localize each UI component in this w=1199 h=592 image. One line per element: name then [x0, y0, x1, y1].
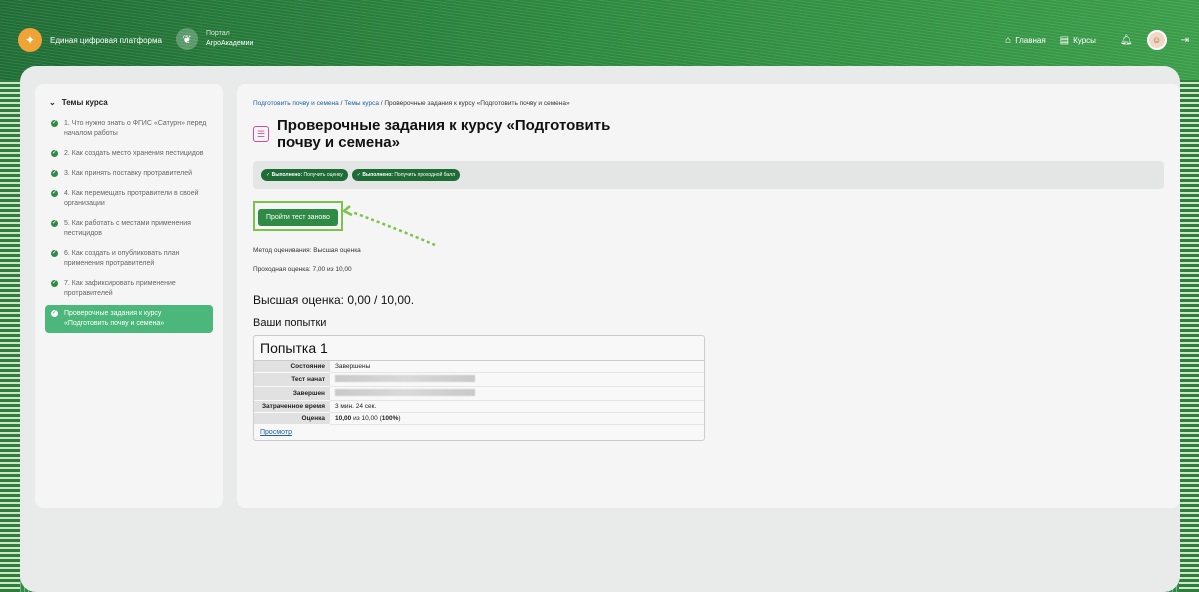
sidebar: ⌄ Темы курса ✓ 1. Что нужно знать о ФГИС … — [35, 84, 223, 508]
attempt-card: Попытка 1 Состояние Завершены Тест начат … — [253, 335, 705, 441]
nav-courses-label: Курсы — [1073, 35, 1096, 45]
check-circle-icon: ✓ — [51, 170, 58, 177]
pointer-arrow-icon — [341, 205, 436, 247]
retry-highlight: Пройти тест заново — [253, 201, 343, 231]
avatar[interactable]: ☺ — [1146, 30, 1167, 50]
home-icon: ⌂ — [1005, 34, 1012, 46]
attempts-title: Ваши попытки — [253, 317, 327, 329]
table-row: Оценка 10,00 из 10,00 (100%) — [254, 412, 704, 425]
sidebar-item-3[interactable]: ✓ 3. Как принять поставку протравителей — [45, 165, 213, 183]
background-stripes-right — [1179, 60, 1199, 592]
status-badge: ✓ Выполнено: Получить проходной балл — [351, 169, 461, 181]
portal-label: Портал — [206, 30, 230, 37]
nav-courses[interactable]: ▤ Курсы — [1060, 35, 1096, 46]
table-row: Завершен — [254, 386, 704, 401]
retry-quiz-button[interactable]: Пройти тест заново — [258, 209, 338, 226]
background-stripes-left — [0, 60, 20, 592]
passing-grade: Проходная оценка: 7,00 из 10,00 — [253, 266, 352, 273]
table-row: Затраченное время 3 мин. 24 сек. — [254, 400, 704, 413]
check-circle-icon: ✓ — [51, 190, 58, 197]
redacted-value — [335, 375, 475, 382]
courses-icon: ▤ — [1059, 34, 1070, 46]
top-nav: ⌂ Главная ▤ Курсы 🔔︎ ☺ ⇥ — [1005, 30, 1189, 50]
content-panel: Подготовить почву и семена / Темы курса … — [237, 84, 1180, 508]
sidebar-item-7[interactable]: ✓ 7. Как зафиксировать применение протрав… — [45, 275, 213, 303]
quiz-icon: ☰ — [253, 126, 269, 142]
table-row: Состояние Завершены — [254, 361, 704, 373]
nav-home[interactable]: ⌂ Главная — [1005, 35, 1046, 46]
check-circle-icon: ✓ — [51, 150, 58, 157]
sidebar-item-6[interactable]: ✓ 6. Как создать и опубликовать план прим… — [45, 245, 213, 273]
page-title: Проверочные задания к курсу «Подготовить… — [277, 117, 611, 151]
portal-name: АгроАкадемии — [206, 40, 254, 47]
logout-icon[interactable]: ⇥ — [1181, 35, 1189, 46]
status-badge: ✓ Выполнено: Получить оценку — [261, 169, 348, 181]
sidebar-item-5[interactable]: ✓ 5. Как работать с местами применения пе… — [45, 215, 213, 243]
brand-logo-icon: ✦ — [18, 28, 42, 52]
check-circle-icon: ✓ — [51, 310, 58, 317]
brand[interactable]: ✦ Единая цифровая платформа — [18, 28, 162, 52]
attempt-table: Состояние Завершены Тест начат Завершен З… — [254, 361, 704, 425]
bell-icon[interactable]: 🔔︎ — [1120, 35, 1133, 46]
redacted-value — [335, 389, 475, 396]
sidebar-item-4[interactable]: ✓ 4. Как перемещать протравители в своей … — [45, 185, 213, 213]
breadcrumb-current: Проверочные задания к курсу «Подготовить… — [384, 100, 570, 107]
brand-name: Единая цифровая платформа — [50, 35, 162, 45]
highest-grade: Высшая оценка: 0,00 / 10,00. — [253, 293, 415, 307]
check-circle-icon: ✓ — [51, 280, 58, 287]
sidebar-item-quiz[interactable]: ✓ Проверочные задания к курсу «Подготовит… — [45, 305, 213, 333]
view-attempt-link[interactable]: Просмотр — [254, 425, 704, 440]
portal[interactable]: ❦ Портал АгроАкадемии — [176, 28, 253, 50]
check-circle-icon: ✓ — [51, 250, 58, 257]
check-circle-icon: ✓ — [51, 120, 58, 127]
sidebar-item-2[interactable]: ✓ 2. Как создать место хранения пестицидо… — [45, 145, 213, 163]
sidebar-item-1[interactable]: ✓ 1. Что нужно знать о ФГИС «Сатурн» пере… — [45, 115, 213, 143]
leaf-icon: ❦ — [176, 28, 198, 50]
sidebar-title[interactable]: ⌄ Темы курса — [49, 98, 213, 107]
table-row: Тест начат — [254, 372, 704, 387]
attempt-title: Попытка 1 — [254, 336, 704, 361]
check-circle-icon: ✓ — [51, 220, 58, 227]
nav-home-label: Главная — [1015, 35, 1046, 45]
chevron-down-icon: ⌄ — [49, 98, 56, 107]
completion-status: ✓ Выполнено: Получить оценку ✓ Выполнено… — [253, 161, 1164, 189]
breadcrumb-topics[interactable]: Темы курса — [344, 100, 379, 107]
breadcrumb-course[interactable]: Подготовить почву и семена — [253, 100, 339, 107]
breadcrumb: Подготовить почву и семена / Темы курса … — [253, 100, 570, 107]
